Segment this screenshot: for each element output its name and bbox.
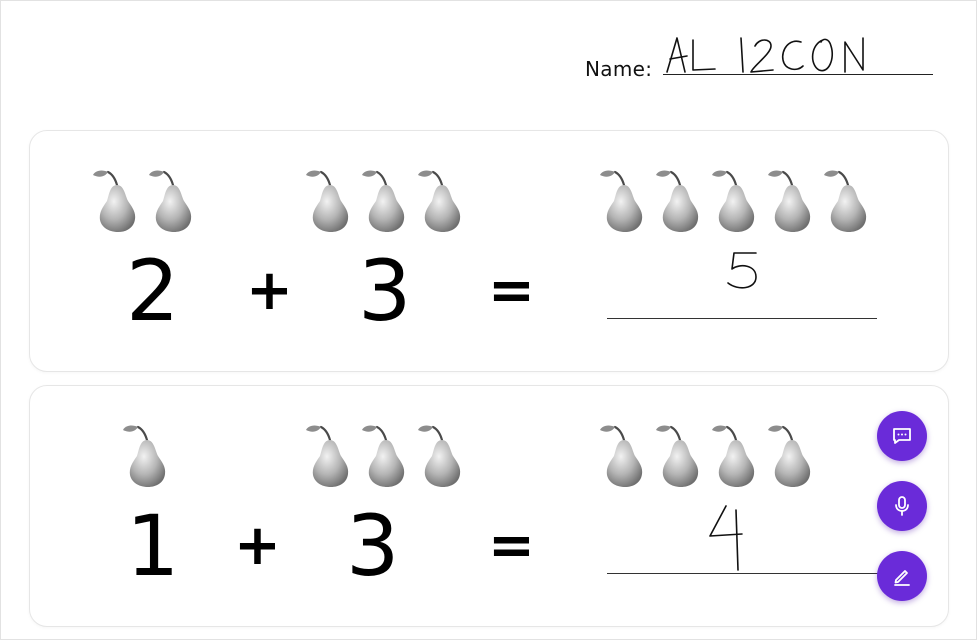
left-numeral: 1 <box>126 497 180 595</box>
pear-icon <box>359 163 413 233</box>
microphone-button[interactable] <box>877 481 927 531</box>
pear-icon <box>359 418 413 488</box>
name-field[interactable]: Name: <box>585 30 935 81</box>
pear-icon <box>709 418 763 488</box>
right-numeral: 3 <box>358 242 412 340</box>
name-label: Name: <box>585 57 653 81</box>
microphone-icon <box>895 496 909 516</box>
pear-icon <box>415 163 469 233</box>
pear-icon <box>765 163 819 233</box>
left-pears <box>120 418 174 488</box>
pear-icon <box>415 418 469 488</box>
answer-line[interactable] <box>607 318 877 319</box>
right-pears <box>303 163 469 233</box>
equals-sign: = <box>488 258 535 323</box>
pear-icon <box>653 418 707 488</box>
pear-icon <box>597 418 651 488</box>
handwritten-answer <box>709 505 743 571</box>
left-numeral: 2 <box>126 242 180 340</box>
pen-button[interactable] <box>877 551 927 601</box>
chat-bubble-icon <box>893 428 911 444</box>
pear-icon <box>303 163 357 233</box>
pear-icon <box>821 163 875 233</box>
equals-sign: = <box>488 513 535 578</box>
handwritten-answer <box>727 252 757 289</box>
pear-icon <box>303 418 357 488</box>
name-underline <box>663 74 933 75</box>
pear-icon <box>709 163 763 233</box>
pear-icon <box>653 163 707 233</box>
problem-card-2: 1 + 3 = <box>29 385 949 627</box>
plus-sign: + <box>234 513 281 578</box>
problem-card-1: 2 + 3 = <box>29 130 949 372</box>
pear-icon <box>597 163 651 233</box>
comment-button[interactable] <box>877 411 927 461</box>
right-pears <box>303 418 469 488</box>
pear-icon <box>146 163 200 233</box>
answer-pears <box>597 163 875 233</box>
pear-icon <box>765 418 819 488</box>
pear-icon <box>90 163 144 233</box>
answer-pears <box>597 418 819 488</box>
handwritten-name <box>666 37 864 73</box>
pencil-icon <box>894 570 910 586</box>
right-numeral: 3 <box>346 497 400 595</box>
plus-sign: + <box>246 258 293 323</box>
left-pears <box>90 163 200 233</box>
pear-icon <box>120 418 174 488</box>
answer-line[interactable] <box>607 573 907 574</box>
